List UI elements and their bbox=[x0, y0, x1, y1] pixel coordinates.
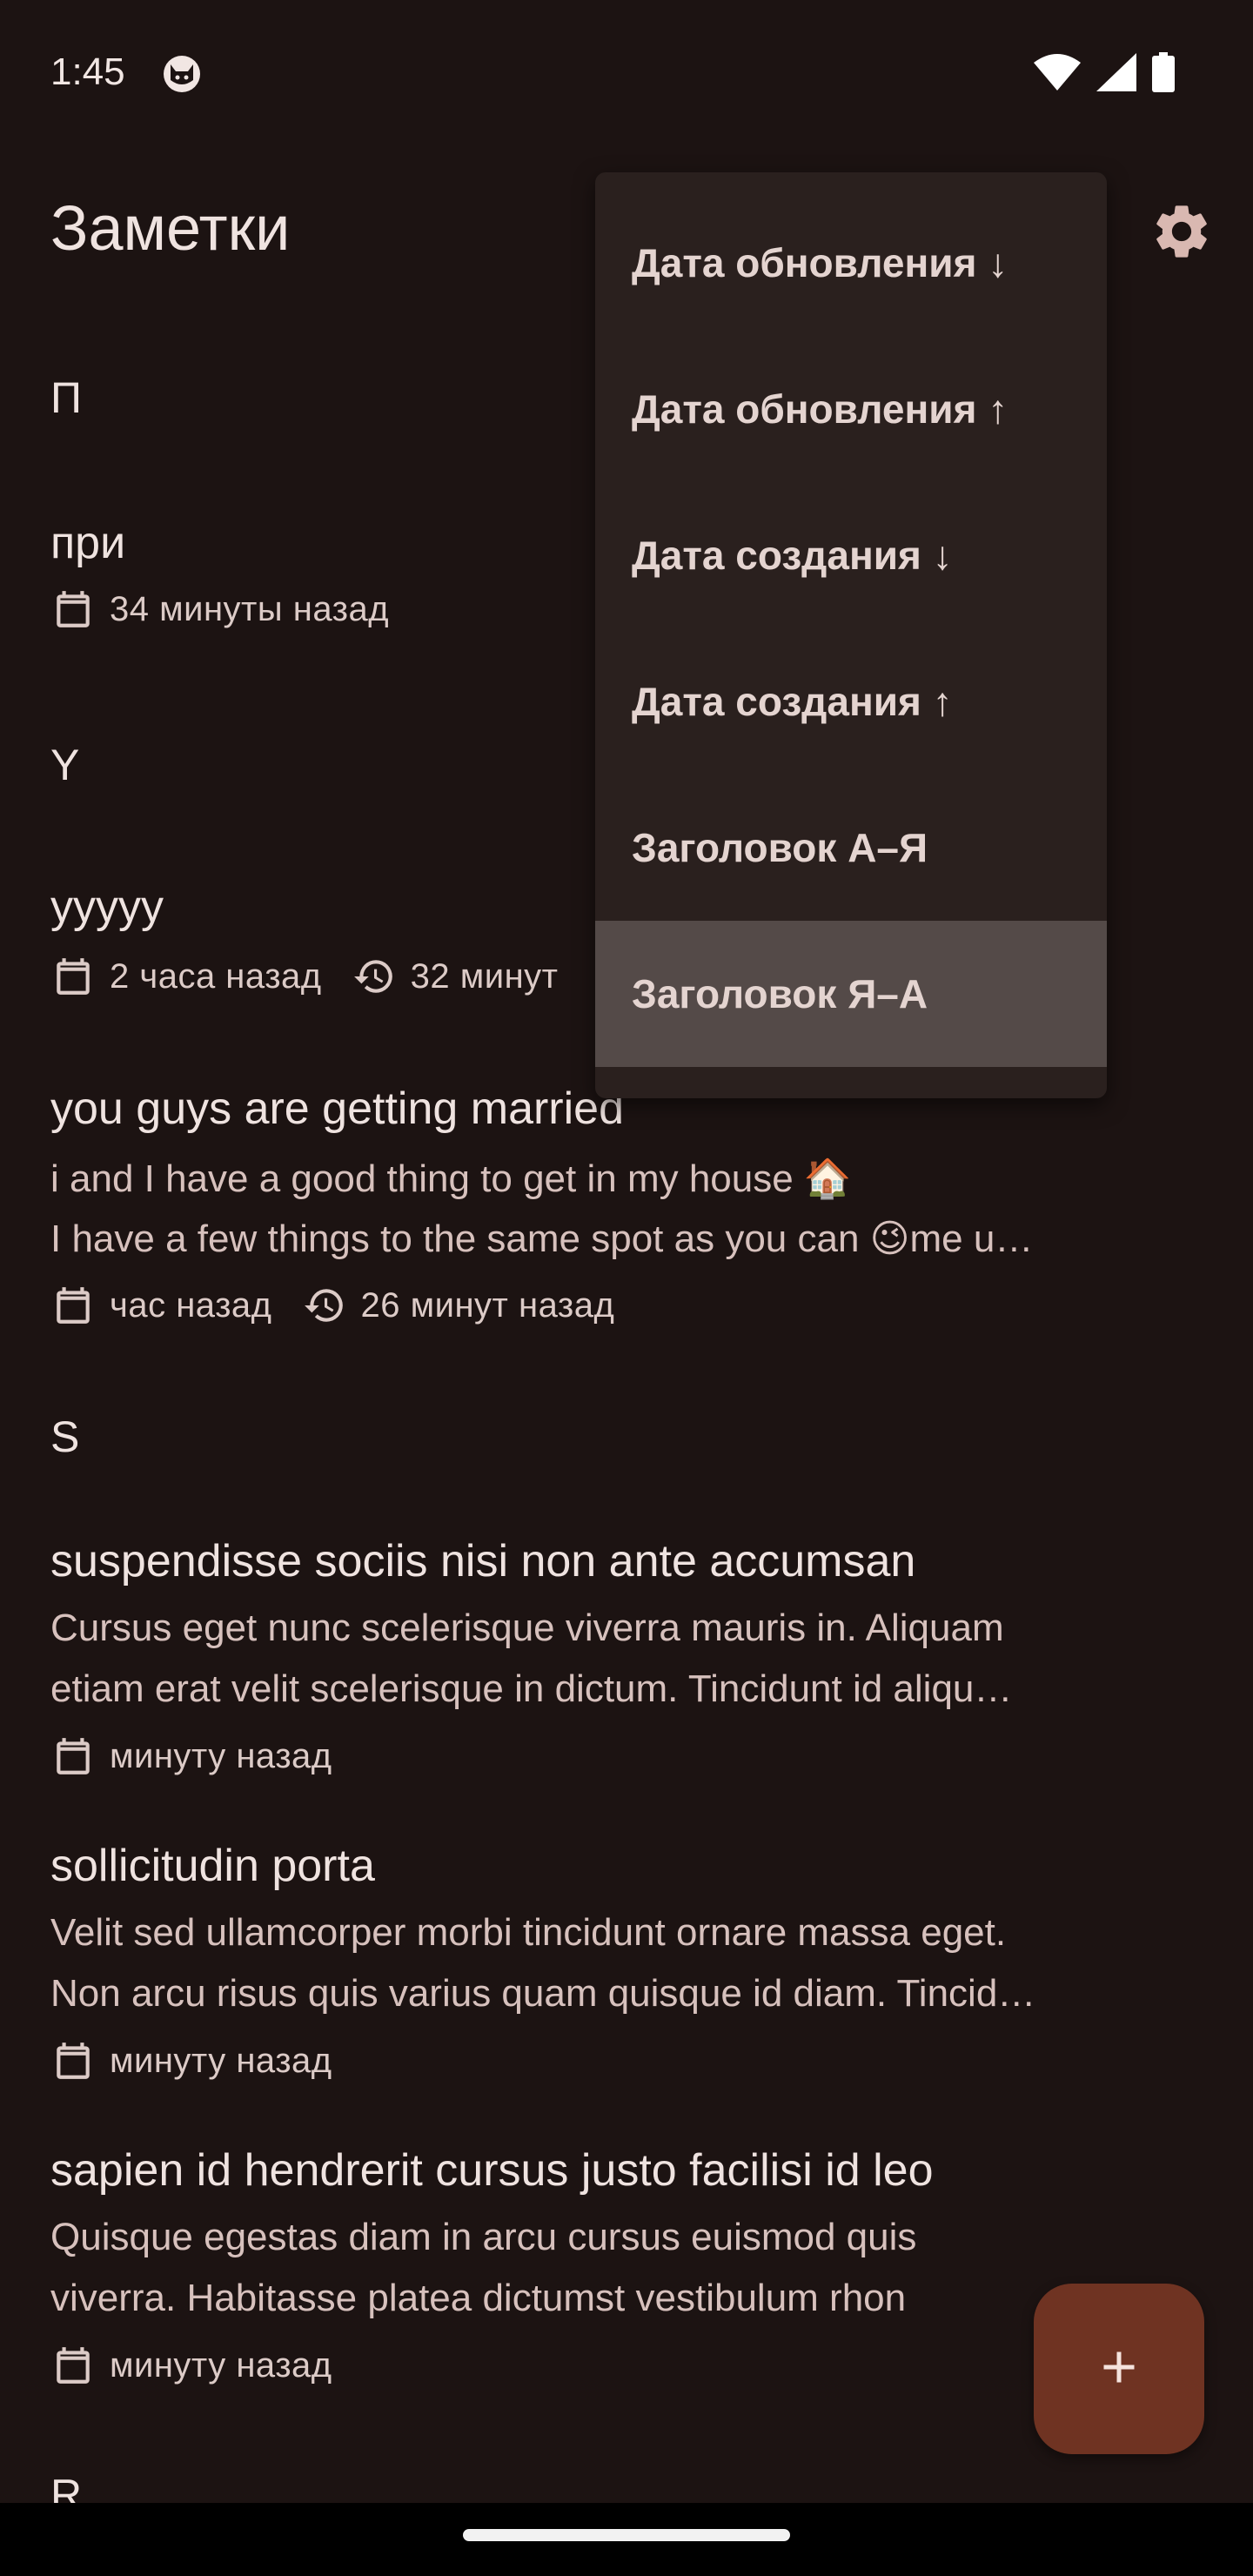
created-time: 2 часа назад bbox=[110, 956, 322, 996]
created-time: минуту назад bbox=[110, 2041, 332, 2080]
note-body-line: I have a few things to the same spot as … bbox=[50, 1218, 1034, 1260]
calendar-icon bbox=[50, 1734, 96, 1779]
note-title: sollicitudin porta bbox=[50, 1841, 375, 1891]
cellular-signal-icon bbox=[1096, 53, 1136, 96]
note-title: при bbox=[50, 518, 126, 568]
section-header-s: S bbox=[50, 1412, 80, 1461]
note-title: sapien id hendrerit cursus justo facilis… bbox=[50, 2145, 934, 2196]
note-meta: 2 часа назад 32 минут bbox=[50, 954, 558, 999]
created-time: минуту назад bbox=[110, 2345, 332, 2385]
gear-icon bbox=[1149, 199, 1214, 268]
created-time: час назад bbox=[110, 1285, 272, 1325]
add-note-button[interactable] bbox=[1034, 2284, 1204, 2454]
sort-updated-desc[interactable]: Дата обновления ↓ bbox=[595, 190, 1107, 336]
sort-created-asc[interactable]: Дата создания ↑ bbox=[595, 628, 1107, 775]
created-time: минуту назад bbox=[110, 1736, 332, 1775]
note-body-line: Cursus eget nunc scelerisque viverra mau… bbox=[50, 1607, 1004, 1649]
sort-created-desc[interactable]: Дата создания ↓ bbox=[595, 482, 1107, 628]
created-time: 34 минуты назад bbox=[110, 589, 390, 628]
notes-screen: 1:45 Заметки П при 34 минуты назад Y yyy… bbox=[0, 0, 1253, 2576]
settings-button[interactable] bbox=[1145, 197, 1218, 270]
note-body-line: etiam erat velit scelerisque in dictum. … bbox=[50, 1667, 1013, 1710]
history-icon bbox=[352, 954, 397, 999]
note-body-line: Quisque egestas diam in arcu cursus euis… bbox=[50, 2216, 917, 2258]
calendar-icon bbox=[50, 1283, 96, 1328]
note-meta: минуту назад bbox=[50, 1734, 332, 1779]
sort-title-desc[interactable]: Заголовок Я–А bbox=[595, 921, 1107, 1067]
section-header-p: П bbox=[50, 373, 82, 422]
note-meta: минуту назад bbox=[50, 2038, 332, 2083]
sort-updated-asc[interactable]: Дата обновления ↑ bbox=[595, 336, 1107, 482]
note-body-line: viverra. Habitasse platea dictumst vesti… bbox=[50, 2277, 907, 2319]
wifi-icon bbox=[1034, 54, 1081, 95]
status-icons bbox=[1034, 52, 1175, 97]
note-body-line: Non arcu risus quis varius quam quisque … bbox=[50, 1972, 1036, 2015]
cat-face-icon bbox=[162, 54, 202, 94]
calendar-icon bbox=[50, 2038, 96, 2083]
plus-icon bbox=[1093, 2341, 1145, 2398]
home-gesture-handle[interactable] bbox=[463, 2529, 790, 2541]
calendar-icon bbox=[50, 2343, 96, 2388]
updated-time: 26 минут назад bbox=[360, 1285, 615, 1325]
sort-title-asc[interactable]: Заголовок А–Я bbox=[595, 775, 1107, 921]
note-meta: час назад 26 минут назад bbox=[50, 1283, 614, 1328]
note-title: yyyyy bbox=[50, 882, 164, 932]
sort-menu: Дата обновления ↓ Дата обновления ↑ Дата… bbox=[595, 172, 1107, 1098]
history-icon bbox=[302, 1283, 347, 1328]
note-title: suspendisse sociis nisi non ante accumsa… bbox=[50, 1536, 916, 1587]
status-bar: 1:45 bbox=[0, 0, 1253, 148]
calendar-icon bbox=[50, 954, 96, 999]
battery-icon bbox=[1152, 52, 1175, 97]
section-header-y: Y bbox=[50, 741, 80, 789]
note-body-line: i and I have a good thing to get in my h… bbox=[50, 1157, 852, 1200]
note-body-line: Velit sed ullamcorper morbi tincidunt or… bbox=[50, 1911, 1007, 1954]
note-meta: минуту назад bbox=[50, 2343, 332, 2388]
note-title: you guys are getting married bbox=[50, 1083, 625, 1134]
status-time: 1:45 bbox=[50, 50, 125, 93]
page-title: Заметки bbox=[50, 194, 291, 264]
updated-time: 32 минут bbox=[410, 956, 559, 996]
system-nav-bar bbox=[0, 2503, 1253, 2576]
calendar-icon bbox=[50, 587, 96, 632]
note-meta: 34 минуты назад bbox=[50, 587, 389, 632]
